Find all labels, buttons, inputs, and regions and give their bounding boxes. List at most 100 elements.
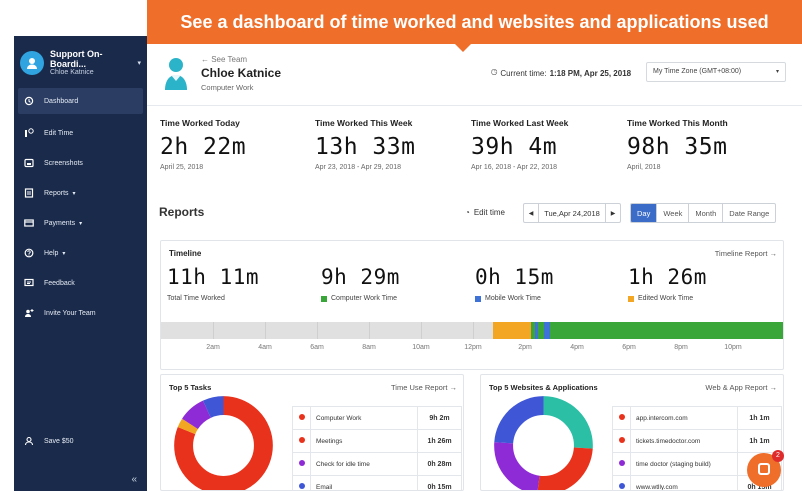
task-name: Email [310, 475, 418, 490]
sidebar-item-reports[interactable]: Reports ▾ [14, 178, 147, 208]
tab-month[interactable]: Month [689, 204, 724, 222]
collapse-sidebar-icon[interactable]: « [131, 474, 137, 485]
stat-value: 2h 22m [160, 134, 247, 160]
save-offer-label: Save $50 [44, 437, 74, 445]
stat-label: Time Worked Last Week [471, 118, 569, 128]
sidebar: Support On-Boardi... Chloe Katnice ▾ Das… [14, 36, 147, 491]
sidebar-item-label: Invite Your Team [44, 309, 96, 317]
timeline-bar[interactable] [161, 322, 783, 339]
timezone-value: My Time Zone (GMT+08:00) [653, 68, 742, 75]
legend-swatch [628, 295, 634, 302]
user-icon [24, 436, 34, 446]
timeline-stat-computer: 9h 29m Computer Work Time [321, 265, 400, 302]
top-websites-card: Top 5 Websites & Applications Web & App … [480, 374, 784, 491]
time-use-report-link[interactable]: Time Use Report → [391, 383, 457, 392]
user-name: Chloe Katnice [201, 66, 282, 80]
task-color-dot [298, 460, 305, 466]
table-row[interactable]: Email 0h 15m [292, 475, 462, 490]
web-app-report-link[interactable]: Web & App Report → [705, 383, 777, 392]
timeline-hour-label: 10pm [724, 344, 742, 351]
feedback-icon [24, 278, 34, 288]
timezone-select[interactable]: My Time Zone (GMT+08:00) ▾ [646, 62, 786, 82]
site-name: app.intercom.com [630, 406, 738, 430]
help-icon [24, 248, 34, 258]
sidebar-item-label: Edit Time [44, 129, 74, 137]
timeline-hour-label: 6am [310, 344, 324, 351]
stat-value: 39h 4m [471, 134, 558, 160]
date-value[interactable]: Tue,Apr 24,2018 [538, 204, 606, 222]
stat-range: Apr 23, 2018 - Apr 29, 2018 [315, 164, 402, 171]
chat-icon [758, 463, 770, 475]
tab-day[interactable]: Day [631, 204, 658, 222]
timeline-panel: Timeline Timeline Report → 11h 11m Total… [160, 240, 784, 370]
main-content: ← See Team Chloe Katnice Computer Work 🕒… [147, 44, 802, 491]
save-offer-link[interactable]: Save $50 [24, 436, 74, 446]
tab-date-range[interactable]: Date Range [723, 204, 775, 222]
task-value: 1h 26m [417, 429, 462, 453]
sidebar-item-payments[interactable]: Payments ▾ [14, 208, 147, 238]
timeline-stat-label: Edited Work Time [628, 295, 707, 302]
date-picker: ◀ Tue,Apr 24,2018 ▶ [523, 203, 621, 223]
timeline-stat-total: 11h 11m Total Time Worked [167, 265, 259, 302]
timeline-stat-label: Mobile Work Time [475, 295, 554, 302]
timeline-hour-label: 8am [362, 344, 376, 351]
report-icon [24, 188, 34, 198]
task-color-dot [298, 437, 305, 443]
chevron-down-icon: ▾ [775, 69, 779, 75]
next-day-icon[interactable]: ▶ [606, 210, 620, 217]
stat-label: Time Worked This Week [315, 118, 413, 128]
stat-last-week: Time Worked Last Week 39h 4m Apr 16, 201… [471, 118, 568, 171]
timeline-hour-label: 12pm [464, 344, 482, 351]
table-row[interactable]: Computer Work 9h 2m [292, 406, 462, 430]
user-header: ← See Team Chloe Katnice Computer Work 🕒… [147, 44, 802, 106]
clock-back-icon [24, 96, 34, 106]
timeline-hour-label: 8pm [674, 344, 688, 351]
timeline-stat-label: Total Time Worked [167, 295, 225, 302]
table-row[interactable]: app.intercom.com 1h 1m [612, 406, 782, 430]
sidebar-nav: Dashboard Edit Time Screenshots Reports … [14, 88, 147, 328]
site-value: 1h 1m [737, 429, 782, 453]
site-name: www.wtlly.com [630, 475, 738, 490]
table-row[interactable]: Meetings 1h 26m [292, 429, 462, 453]
see-team-link[interactable]: ← See Team [201, 55, 247, 64]
timeline-stat-value: 0h 15m [475, 265, 554, 289]
stat-label: Time Worked This Month [627, 118, 728, 128]
timeline-stat-edited: 1h 26m Edited Work Time [628, 265, 707, 302]
timeline-hour-label: 2pm [518, 344, 532, 351]
org-switcher[interactable]: Support On-Boardi... Chloe Katnice ▾ [14, 36, 147, 86]
edit-time-label: Edit time [473, 208, 505, 217]
sidebar-item-feedback[interactable]: Feedback [14, 268, 147, 298]
reports-header: Reports ◔ Edit time ◀ Tue,Apr 24,2018 ▶ … [147, 196, 802, 223]
timeline-stat-value: 9h 29m [321, 265, 400, 289]
timeline-report-link[interactable]: Timeline Report → [715, 249, 777, 258]
site-value: 1h 1m [737, 406, 782, 430]
table-row[interactable]: tickets.timedoctor.com 1h 1m [612, 429, 782, 453]
org-name: Support On-Boardi... [50, 48, 103, 69]
stat-this-month: Time Worked This Month 98h 35m April, 20… [627, 118, 728, 171]
table-row[interactable]: Check for idle time 0h 28m [292, 452, 462, 476]
tasks-donut-chart [174, 396, 273, 490]
stat-range: April, 2018 [627, 164, 661, 171]
edit-time-button[interactable]: ◔ Edit time [465, 208, 505, 217]
prev-day-icon[interactable]: ◀ [524, 210, 538, 217]
sidebar-item-invite-team[interactable]: Invite Your Team [14, 298, 147, 328]
sidebar-item-screenshots[interactable]: Screenshots [14, 148, 147, 178]
sidebar-item-edit-time[interactable]: Edit Time [14, 118, 147, 148]
chat-unread-badge: 2 [772, 450, 784, 462]
reports-title: Reports [159, 205, 205, 219]
org-user: Chloe Katnice [50, 69, 94, 77]
stat-this-week: Time Worked This Week 13h 33m Apr 23, 20… [315, 118, 415, 171]
person-avatar-icon [165, 58, 187, 90]
task-color-dot [298, 414, 305, 420]
tab-week[interactable]: Week [657, 204, 690, 222]
timeline-segment-computer [550, 322, 783, 339]
chevron-down-icon: ▾ [62, 250, 66, 257]
current-time-value: 1:18 PM, Apr 25, 2018 [549, 68, 632, 78]
timeline-hour-label: 4am [258, 344, 272, 351]
promo-banner: See a dashboard of time worked and websi… [147, 0, 802, 44]
edit-time-icon [24, 128, 34, 138]
timeline-gridline [421, 322, 422, 339]
sidebar-item-dashboard[interactable]: Dashboard [18, 88, 143, 114]
sidebar-item-help[interactable]: Help ▾ [14, 238, 147, 268]
timeline-stat-value: 11h 11m [167, 265, 260, 289]
